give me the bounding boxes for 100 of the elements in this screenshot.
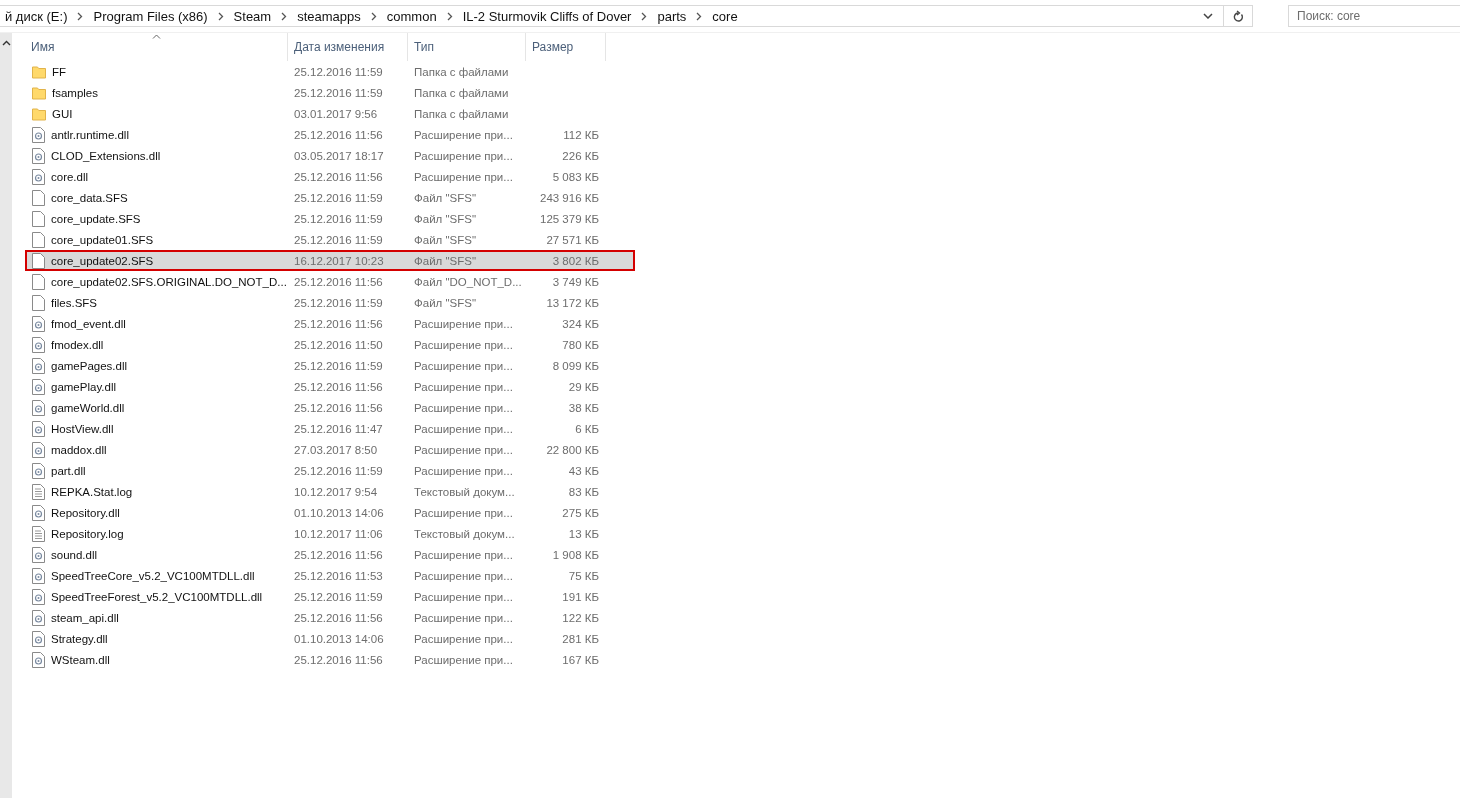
modified-date: 10.12.2017 11:06 <box>294 527 383 540</box>
refresh-icon[interactable] <box>1232 9 1244 23</box>
file-row[interactable]: core_update02.SFS 16.12.2017 10:23 Файл "SFS" 3 802 КБ <box>25 250 635 271</box>
file-name: core.dll <box>51 170 89 183</box>
scrollbar[interactable] <box>0 33 12 798</box>
breadcrumb[interactable]: й диск (E:) <box>0 8 73 24</box>
file-type: Расширение при... <box>414 611 513 624</box>
file-size: 29 КБ <box>568 380 599 393</box>
file-type: Расширение при... <box>414 170 513 183</box>
file-row[interactable]: part.dll 25.12.2016 11:59 Расширение при... 43 КБ <box>25 460 635 481</box>
file-size: 38 КБ <box>568 401 599 414</box>
file-name: gamePlay.dll <box>51 380 116 393</box>
settings-file-icon <box>32 609 45 626</box>
modified-date: 25.12.2016 11:56 <box>294 401 383 414</box>
file-size: 191 КБ <box>562 590 599 603</box>
file-row[interactable]: REPKA.Stat.log 10.12.2017 9:54 Текстовый докум... 83 КБ <box>25 481 635 502</box>
file-type: Расширение при... <box>414 317 513 330</box>
modified-date: 25.12.2016 11:53 <box>294 569 383 582</box>
file-row[interactable]: GUI 03.01.2017 9:56 Папка с файлами <box>25 103 635 124</box>
file-name: fsamples <box>52 86 99 99</box>
chevron-right-icon <box>641 11 648 21</box>
breadcrumb[interactable]: steamapps <box>292 8 366 24</box>
file-name: HostView.dll <box>51 422 114 435</box>
file-row[interactable]: fsamples 25.12.2016 11:59 Папка с файлами <box>25 82 635 103</box>
file-row[interactable]: WSteam.dll 25.12.2016 11:56 Расширение при... 167 КБ <box>25 649 635 670</box>
breadcrumb[interactable]: common <box>381 8 442 24</box>
scroll-up-icon[interactable] <box>1 40 11 46</box>
file-row[interactable]: FF 25.12.2016 11:59 Папка с файлами <box>25 61 635 82</box>
file-row[interactable]: files.SFS 25.12.2016 11:59 Файл "SFS" 13 172 КБ <box>25 292 635 313</box>
address-bar[interactable]: й диск (E:) Program Files (x86) Steam steamapps common IL-2 Sturmovik Cliffs of Dover parts core <box>0 5 1253 27</box>
file-row[interactable]: core_data.SFS 25.12.2016 11:59 Файл "SFS" 243 916 КБ <box>25 187 635 208</box>
file-row[interactable]: core_update.SFS 25.12.2016 11:59 Файл "SFS" 125 379 КБ <box>25 208 635 229</box>
file-name: files.SFS <box>51 296 97 309</box>
dropdown-icon[interactable] <box>1203 13 1213 19</box>
file-row[interactable]: maddox.dll 27.03.2017 8:50 Расширение при... 22 800 КБ <box>25 439 635 460</box>
file-row[interactable]: core_update02.SFS.ORIGINAL.DO_NOT_D... 25.12.2016 11:56 Файл "DO_NOT_D... 3 749 КБ <box>25 271 635 292</box>
file-row[interactable]: gameWorld.dll 25.12.2016 11:56 Расширение при... 38 КБ <box>25 397 635 418</box>
file-row[interactable]: antlr.runtime.dll 25.12.2016 11:56 Расширение при... 112 КБ <box>25 124 635 145</box>
file-type: Файл "SFS" <box>414 233 476 246</box>
file-name: fmodex.dll <box>51 338 104 351</box>
file-type: Файл "SFS" <box>414 191 476 204</box>
breadcrumb[interactable]: Steam <box>228 8 277 24</box>
file-icon <box>32 273 45 290</box>
settings-file-icon <box>32 651 45 668</box>
modified-date: 25.12.2016 11:59 <box>294 233 383 246</box>
file-size: 83 КБ <box>568 485 599 498</box>
chevron-right-icon <box>370 11 377 21</box>
file-size: 13 172 КБ <box>546 296 599 309</box>
chevron-right-icon <box>217 11 224 21</box>
file-type: Расширение при... <box>414 653 513 666</box>
modified-date: 25.12.2016 11:56 <box>294 275 383 288</box>
file-size: 125 379 КБ <box>540 212 599 225</box>
modified-date: 25.12.2016 11:56 <box>294 548 383 561</box>
breadcrumb[interactable]: core <box>707 8 743 24</box>
search-field[interactable]: Поиск: core <box>1288 5 1460 27</box>
breadcrumb[interactable]: IL-2 Sturmovik Cliffs of Dover <box>457 8 637 24</box>
file-type: Расширение при... <box>414 380 513 393</box>
modified-date: 25.12.2016 11:56 <box>294 317 383 330</box>
file-row[interactable]: fmod_event.dll 25.12.2016 11:56 Расширение при... 324 КБ <box>25 313 635 334</box>
file-type: Расширение при... <box>414 422 513 435</box>
breadcrumb[interactable]: Program Files (x86) <box>88 8 213 24</box>
modified-date: 01.10.2013 14:06 <box>294 506 384 519</box>
file-row[interactable]: HostView.dll 25.12.2016 11:47 Расширение при... 6 КБ <box>25 418 635 439</box>
modified-date: 25.12.2016 11:59 <box>294 359 383 372</box>
file-icon <box>32 210 45 227</box>
file-size: 122 КБ <box>562 611 599 624</box>
settings-file-icon <box>32 336 45 353</box>
file-name: fmod_event.dll <box>51 317 126 330</box>
file-size: 167 КБ <box>562 653 599 666</box>
file-name: WSteam.dll <box>51 653 110 666</box>
file-size: 3 802 КБ <box>552 254 599 267</box>
chevron-right-icon <box>696 11 703 21</box>
file-row[interactable]: Repository.dll 01.10.2013 14:06 Расширение при... 275 КБ <box>25 502 635 523</box>
file-size: 43 КБ <box>568 464 599 477</box>
file-row[interactable]: SpeedTreeForest_v5.2_VC100MTDLL.dll 25.12.2016 11:59 Расширение при... 191 КБ <box>25 586 635 607</box>
file-row[interactable]: core.dll 25.12.2016 11:56 Расширение при... 5 083 КБ <box>25 166 635 187</box>
modified-date: 27.03.2017 8:50 <box>294 443 378 456</box>
column-header[interactable]: Дата изменения <box>288 33 408 61</box>
file-row[interactable]: CLOD_Extensions.dll 03.05.2017 18:17 Расширение при... 226 КБ <box>25 145 635 166</box>
file-row[interactable]: sound.dll 25.12.2016 11:56 Расширение при... 1 908 КБ <box>25 544 635 565</box>
settings-file-icon <box>32 378 45 395</box>
breadcrumb[interactable]: parts <box>652 8 692 24</box>
file-name: Strategy.dll <box>51 632 108 645</box>
file-row[interactable]: SpeedTreeCore_v5.2_VC100MTDLL.dll 25.12.2016 11:53 Расширение при... 75 КБ <box>25 565 635 586</box>
file-row[interactable]: Strategy.dll 01.10.2013 14:06 Расширение при... 281 КБ <box>25 628 635 649</box>
file-row[interactable]: steam_api.dll 25.12.2016 11:56 Расширение при... 122 КБ <box>25 607 635 628</box>
file-row[interactable]: core_update01.SFS 25.12.2016 11:59 Файл "SFS" 27 571 КБ <box>25 229 635 250</box>
file-type: Расширение при... <box>414 359 513 372</box>
file-name: core_update02.SFS.ORIGINAL.DO_NOT_D... <box>51 275 287 288</box>
file-size: 3 749 КБ <box>552 275 599 288</box>
file-size: 6 КБ <box>575 422 599 435</box>
file-row[interactable]: fmodex.dll 25.12.2016 11:50 Расширение при... 780 КБ <box>25 334 635 355</box>
column-header[interactable]: Размер <box>526 33 606 61</box>
column-header[interactable]: Имя <box>27 33 288 61</box>
modified-date: 25.12.2016 11:50 <box>294 338 383 351</box>
file-type: Файл "DO_NOT_D... <box>414 275 522 288</box>
column-header[interactable]: Тип <box>408 33 526 61</box>
file-row[interactable]: gamePlay.dll 25.12.2016 11:56 Расширение при... 29 КБ <box>25 376 635 397</box>
file-row[interactable]: Repository.log 10.12.2017 11:06 Текстовый докум... 13 КБ <box>25 523 635 544</box>
file-row[interactable]: gamePages.dll 25.12.2016 11:59 Расширение при... 8 099 КБ <box>25 355 635 376</box>
